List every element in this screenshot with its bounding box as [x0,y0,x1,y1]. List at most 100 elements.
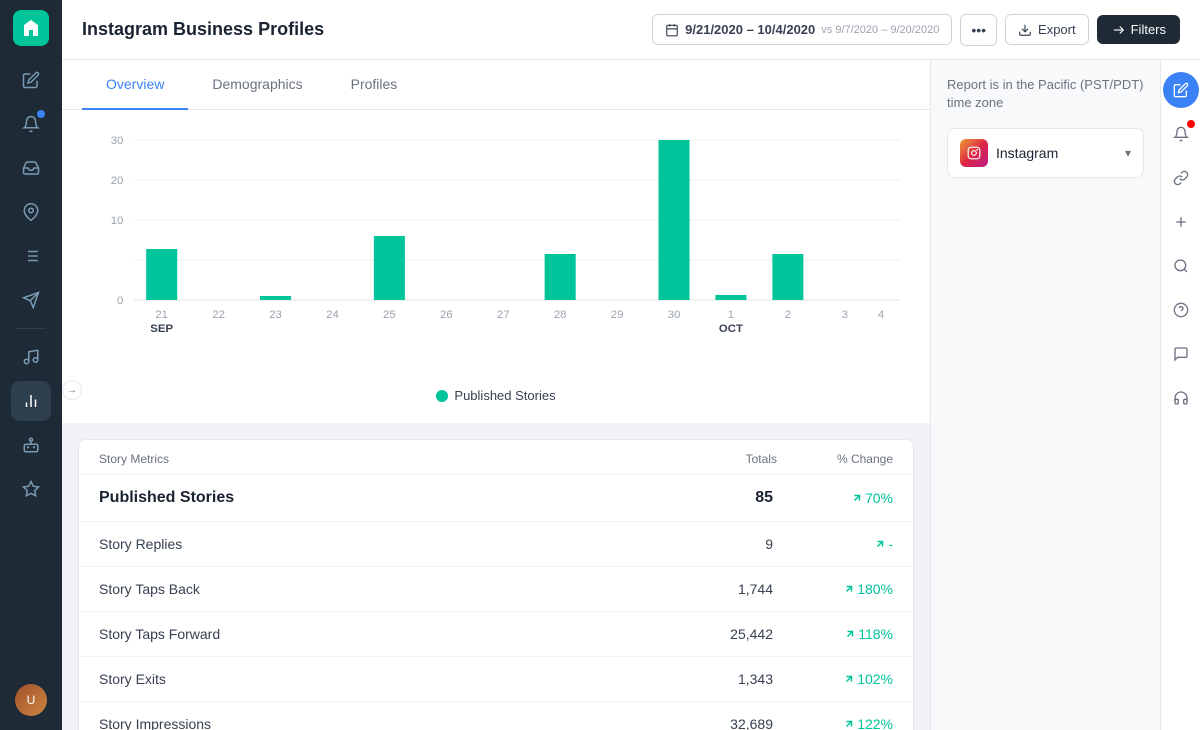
story-metrics-label: Story Metrics [99,452,169,466]
sidebar: U [0,0,62,730]
sidebar-item-inbox[interactable] [11,148,51,188]
metric-row-story-impressions: Story Impressions 32,689 122% [79,702,913,730]
app-logo[interactable] [13,10,49,46]
edit-button[interactable] [1163,72,1199,108]
export-button[interactable]: Export [1005,14,1089,45]
metric-total-story-replies: 9 [693,536,773,552]
sidebar-item-pin[interactable] [11,192,51,232]
metric-row-story-exits: Story Exits 1,343 102% [79,657,913,702]
instagram-account-dropdown[interactable]: Instagram ▾ [947,128,1144,178]
chart-legend: Published Stories [82,388,910,403]
metric-row-story-taps-back: Story Taps Back 1,744 180% [79,567,913,612]
svg-text:28: 28 [554,309,567,321]
right-panel: Report is in the Pacific (PST/PDT) time … [930,60,1160,730]
svg-text:26: 26 [440,309,453,321]
sidebar-item-compose[interactable] [11,60,51,100]
sidebar-item-analytics[interactable] [11,381,51,421]
svg-text:27: 27 [497,309,510,321]
tabs-bar: Overview Demographics Profiles [62,60,930,110]
change-header: % Change [837,452,893,466]
header-controls: 9/21/2020 – 10/4/2020 vs 9/7/2020 – 9/20… [652,14,1180,46]
date-range-button[interactable]: 9/21/2020 – 10/4/2020 vs 9/7/2020 – 9/20… [652,14,952,45]
metric-name-story-exits: Story Exits [99,671,166,687]
sidebar-item-send[interactable] [11,280,51,320]
link-button[interactable] [1163,160,1199,196]
help-button[interactable] [1163,292,1199,328]
page-title: Instagram Business Profiles [82,19,324,40]
metric-change-published-stories: 70% [813,490,893,506]
more-options-button[interactable]: ••• [960,14,997,46]
date-compare-text: vs 9/7/2020 – 9/20/2020 [821,24,939,36]
metric-total-story-impressions: 32,689 [693,716,773,730]
avatar-image: U [15,684,47,716]
comments-button[interactable] [1163,336,1199,372]
tab-demographics[interactable]: Demographics [188,60,326,110]
metric-total-story-exits: 1,343 [693,671,773,687]
sidebar-item-publishing[interactable] [11,236,51,276]
main-panel: Overview Demographics Profiles 30 [62,60,930,730]
metrics-table: Story Metrics Totals % Change Published … [78,439,914,730]
svg-text:23: 23 [269,309,282,321]
metric-name-story-taps-forward: Story Taps Forward [99,626,220,642]
metric-total-published-stories: 85 [693,489,773,507]
svg-text:30: 30 [111,135,124,147]
chart-section: 30 20 10 0 [62,110,930,423]
metric-name-story-impressions: Story Impressions [99,716,211,730]
tab-overview[interactable]: Overview [82,60,188,110]
bar-oct2 [772,254,803,300]
metric-total-story-taps-back: 1,744 [693,581,773,597]
svg-text:4: 4 [878,309,884,321]
search-button[interactable] [1163,248,1199,284]
metric-name-story-taps-back: Story Taps Back [99,581,200,597]
metrics-table-header: Story Metrics Totals % Change [79,440,913,475]
notification-dot [1187,120,1195,128]
svg-text:20: 20 [111,175,124,187]
svg-text:24: 24 [326,309,339,321]
metric-change-story-taps-back: 180% [813,581,893,597]
metric-change-story-exits: 102% [813,671,893,687]
sidebar-item-bot[interactable] [11,425,51,465]
svg-text:22: 22 [212,309,225,321]
bar-chart: 30 20 10 0 [82,130,910,350]
metric-change-story-replies: - [813,536,893,552]
bar-sep21 [146,249,177,300]
tab-profiles[interactable]: Profiles [327,60,422,110]
add-button[interactable] [1163,204,1199,240]
metric-change-story-taps-forward: 118% [813,626,893,642]
date-range-text: 9/21/2020 – 10/4/2020 [685,22,815,37]
chart-container: 30 20 10 0 [82,130,910,380]
sidebar-item-favorites[interactable] [11,469,51,509]
svg-text:0: 0 [117,295,123,307]
totals-header: Totals [746,452,777,466]
instagram-account-name: Instagram [996,145,1058,161]
svg-text:3: 3 [842,309,848,321]
headset-button[interactable] [1163,380,1199,416]
filters-button[interactable]: Filters [1097,15,1180,44]
bar-oct1 [715,295,746,300]
right-icons-panel [1160,60,1200,730]
bar-sep23 [260,296,291,300]
svg-text:SEP: SEP [150,323,173,335]
svg-text:1: 1 [728,309,734,321]
svg-text:25: 25 [383,309,396,321]
svg-text:29: 29 [611,309,624,321]
metric-name-story-replies: Story Replies [99,536,182,552]
metric-name-published-stories: Published Stories [99,489,234,507]
metric-row-story-taps-forward: Story Taps Forward 25,442 118% [79,612,913,657]
alerts-icon-wrapper [1163,116,1199,152]
chevron-down-icon: ▾ [1125,146,1131,160]
sidebar-item-notifications[interactable] [11,104,51,144]
metric-row-published-stories: Published Stories 85 70% [79,475,913,522]
bar-sep28 [545,254,576,300]
user-avatar[interactable]: U [11,680,51,720]
svg-text:OCT: OCT [719,323,743,335]
bar-sep30 [658,140,689,300]
sidebar-collapse-button[interactable]: → [62,380,82,400]
sidebar-item-audio[interactable] [11,337,51,377]
svg-text:21: 21 [155,309,168,321]
svg-text:30: 30 [668,309,681,321]
legend-dot-published-stories [436,390,448,402]
legend-label-published-stories: Published Stories [454,388,555,403]
bar-sep25 [374,236,405,300]
svg-text:10: 10 [111,215,124,227]
